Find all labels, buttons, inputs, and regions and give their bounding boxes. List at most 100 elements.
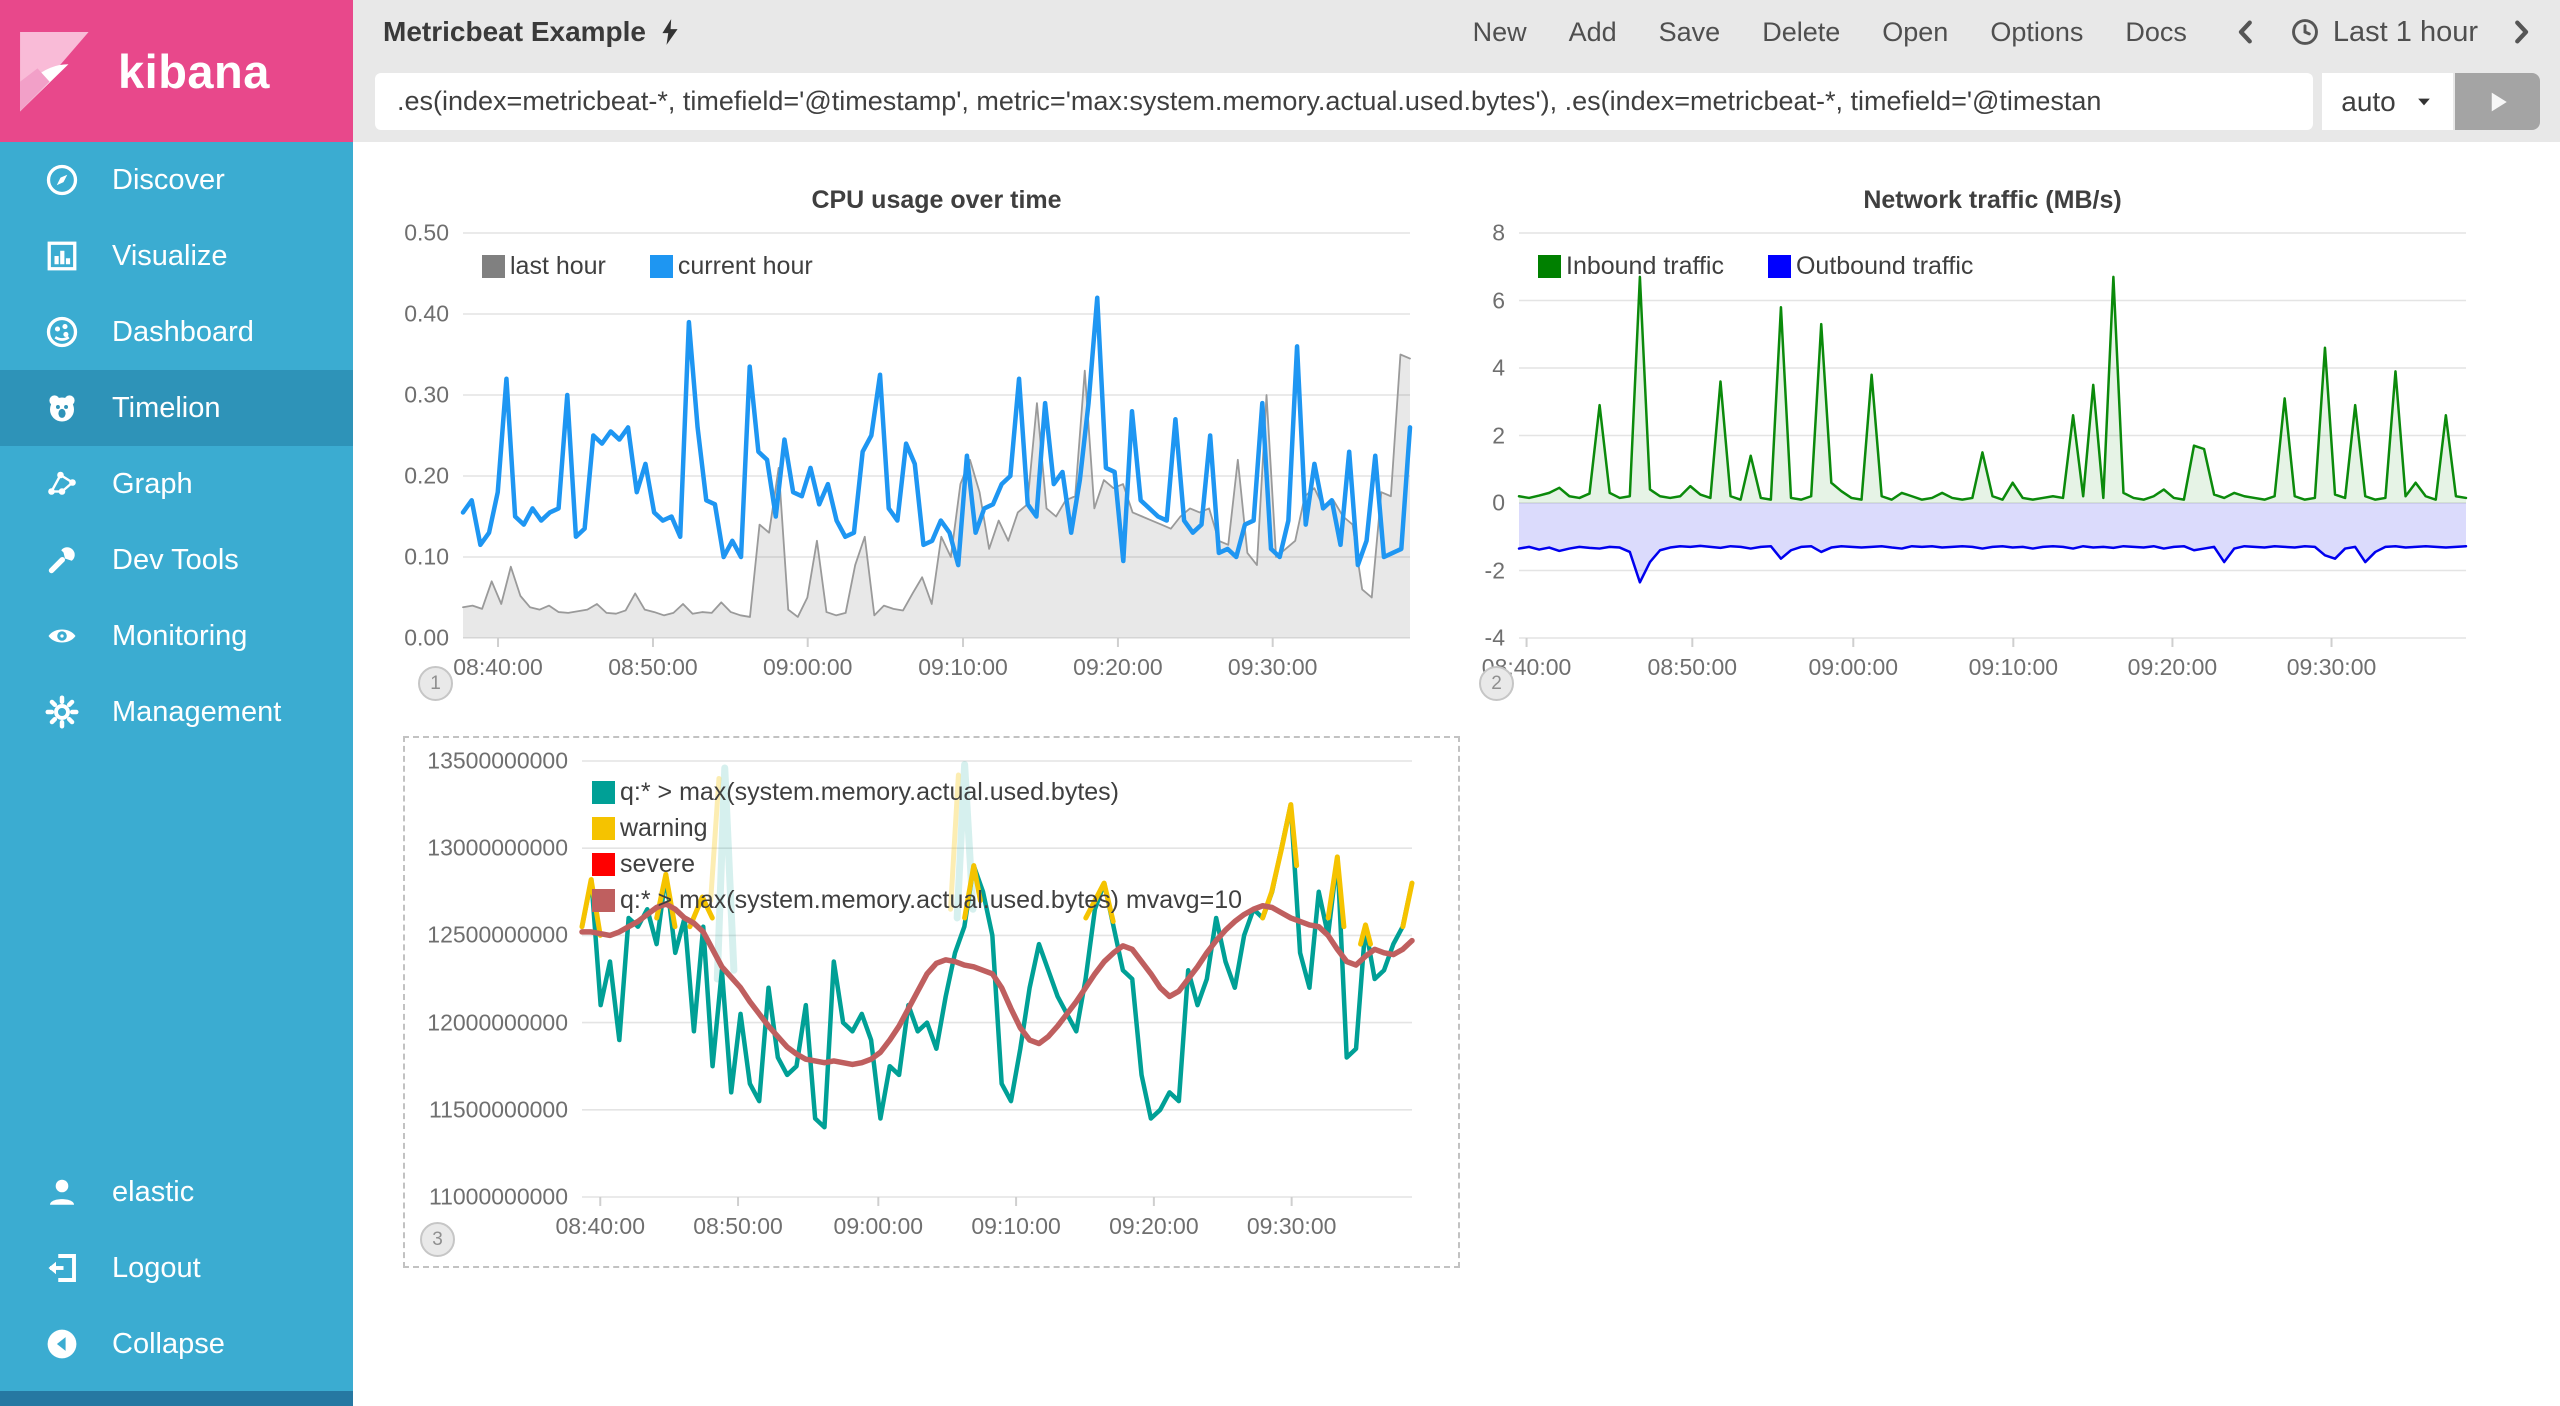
y-tick-label: 0.50: [404, 220, 449, 247]
sidebar-item-monitoring[interactable]: Monitoring: [0, 598, 353, 674]
legend-label: q:* > max(system.memory.actual.used.byte…: [620, 778, 1119, 807]
timelion-icon: [42, 388, 82, 428]
sidebar-item-label: Graph: [112, 468, 193, 501]
y-tick-label: 13500000000: [427, 748, 568, 775]
sidebar-item-graph[interactable]: Graph: [0, 446, 353, 522]
y-tick-label: 12500000000: [427, 922, 568, 949]
x-tick-label: 09:20:00: [2128, 654, 2218, 681]
series-warning: [1263, 805, 1297, 918]
sidebar-item-elastic[interactable]: elastic: [0, 1154, 353, 1230]
sidebar-item-discover[interactable]: Discover: [0, 142, 353, 218]
y-axis-labels: 86420-2-4: [1441, 233, 1519, 638]
time-picker: Last 1 hour: [2231, 16, 2536, 49]
chart-title: CPU usage over time: [463, 186, 1410, 215]
legend-label: Outbound traffic: [1796, 252, 1973, 281]
y-tick-label: 0.20: [404, 463, 449, 490]
sidebar-item-label: Dev Tools: [112, 544, 239, 577]
y-tick-label: 0: [1492, 490, 1505, 517]
x-tick-label: 09:10:00: [971, 1213, 1061, 1240]
topbar: Metricbeat Example New Add Save Delete Open O…: [353, 0, 2560, 142]
legend-label: warning: [620, 814, 708, 843]
x-tick-label: 08:40:00: [453, 654, 543, 681]
sidebar-item-logout[interactable]: Logout: [0, 1230, 353, 1306]
x-axis-labels: 08:40:0008:50:0009:00:0009:10:0009:20:00…: [463, 654, 1410, 684]
brand-name: kibana: [118, 44, 270, 99]
sidebar-item-label: Management: [112, 696, 281, 729]
topbar-menu: New Add Save Delete Open Options Docs: [1473, 17, 2187, 48]
run-query-button[interactable]: [2455, 73, 2540, 130]
y-tick-label: 13000000000: [427, 835, 568, 862]
panel-number-badge: 2: [1479, 666, 1514, 701]
interval-select[interactable]: auto: [2322, 73, 2453, 130]
sheet-title: Metricbeat Example: [383, 16, 684, 48]
legend-swatch: [592, 889, 615, 912]
menu-item-docs[interactable]: Docs: [2125, 17, 2187, 48]
memory-usage-chart[interactable]: 1100000000011500000000120000000001250000…: [403, 736, 1460, 1268]
legend-item-inbound-traffic: Inbound traffic: [1538, 252, 1724, 281]
legend-item-q-max-system-memory-actual-used-bytes: q:* > max(system.memory.actual.used.byte…: [592, 778, 1242, 807]
bar-chart-icon: [42, 236, 82, 276]
menu-item-add[interactable]: Add: [1569, 17, 1617, 48]
menu-item-new[interactable]: New: [1473, 17, 1527, 48]
time-forward-icon[interactable]: [2506, 17, 2536, 47]
x-tick-label: 09:20:00: [1109, 1213, 1199, 1240]
kibana-logo[interactable]: kibana: [0, 0, 353, 142]
legend-swatch: [650, 255, 673, 278]
sidebar-nav: Discover Visualize Dashboard Timelion Graph D…: [0, 142, 353, 750]
menu-item-save[interactable]: Save: [1659, 17, 1721, 48]
sidebar-item-dashboard[interactable]: Dashboard: [0, 294, 353, 370]
legend-item-last-hour: last hour: [482, 252, 606, 281]
menu-item-open[interactable]: Open: [1882, 17, 1948, 48]
sidebar-item-label: Visualize: [112, 240, 228, 273]
legend-swatch: [1768, 255, 1791, 278]
panel-number-badge: 3: [420, 1222, 455, 1257]
x-axis-labels: 08:40:0008:50:0009:00:0009:10:0009:20:00…: [582, 1213, 1412, 1243]
clock-icon: [2289, 16, 2321, 48]
time-back-icon[interactable]: [2231, 17, 2261, 47]
plot-area: [463, 233, 1410, 638]
menu-item-options[interactable]: Options: [1990, 17, 2083, 48]
y-tick-label: 0.00: [404, 625, 449, 652]
chart-legend: Inbound traffic Outbound traffic: [1538, 252, 1973, 281]
x-tick-label: 09:00:00: [763, 654, 853, 681]
legend-label: current hour: [678, 252, 813, 281]
y-tick-label: -4: [1485, 625, 1505, 652]
legend-swatch: [1538, 255, 1561, 278]
kibana-app: kibana Discover Visualize Dashboard Timelio…: [0, 0, 2560, 1406]
legend-swatch: [592, 781, 615, 804]
y-tick-label: 0.40: [404, 301, 449, 328]
x-tick-label: 09:00:00: [1809, 654, 1899, 681]
x-tick-label: 08:50:00: [693, 1213, 783, 1240]
cpu-usage-chart[interactable]: CPU usage over time 0.000.100.200.300.40…: [385, 180, 1445, 702]
sidebar-item-label: Discover: [112, 164, 225, 197]
timelion-query-input[interactable]: [375, 73, 2313, 130]
menu-item-delete[interactable]: Delete: [1762, 17, 1840, 48]
sidebar-item-collapse[interactable]: Collapse: [0, 1306, 353, 1382]
collapse-icon: [42, 1324, 82, 1364]
legend-label: q:* > max(system.memory.actual.used.byte…: [620, 886, 1242, 915]
lightning-bolt-icon: [656, 18, 684, 46]
time-range-button[interactable]: Last 1 hour: [2289, 16, 2478, 49]
logout-icon: [42, 1248, 82, 1288]
sidebar-item-visualize[interactable]: Visualize: [0, 218, 353, 294]
gear-icon: [42, 692, 82, 732]
x-tick-label: 09:20:00: [1073, 654, 1163, 681]
x-tick-label: 08:40:00: [555, 1213, 645, 1240]
sidebar-item-timelion[interactable]: Timelion: [0, 370, 353, 446]
legend-item-severe: severe: [592, 850, 1242, 879]
sidebar-item-label: Timelion: [112, 392, 221, 425]
wrench-icon: [42, 540, 82, 580]
sidebar-item-label: elastic: [112, 1176, 194, 1209]
y-tick-label: 12000000000: [427, 1009, 568, 1036]
sidebar-item-management[interactable]: Management: [0, 674, 353, 750]
network-traffic-chart[interactable]: Network traffic (MB/s) 86420-2-4 08:40:0…: [1441, 180, 2560, 702]
legend-swatch: [482, 255, 505, 278]
y-tick-label: 11000000000: [429, 1184, 568, 1211]
legend-swatch: [592, 817, 615, 840]
x-tick-label: 09:30:00: [2287, 654, 2377, 681]
legend-swatch: [592, 853, 615, 876]
x-axis-labels: 08:40:0008:50:0009:00:0009:10:0009:20:00…: [1519, 654, 2466, 684]
sidebar-item-dev-tools[interactable]: Dev Tools: [0, 522, 353, 598]
legend-item-warning: warning: [592, 814, 1242, 843]
legend-label: Inbound traffic: [1566, 252, 1724, 281]
